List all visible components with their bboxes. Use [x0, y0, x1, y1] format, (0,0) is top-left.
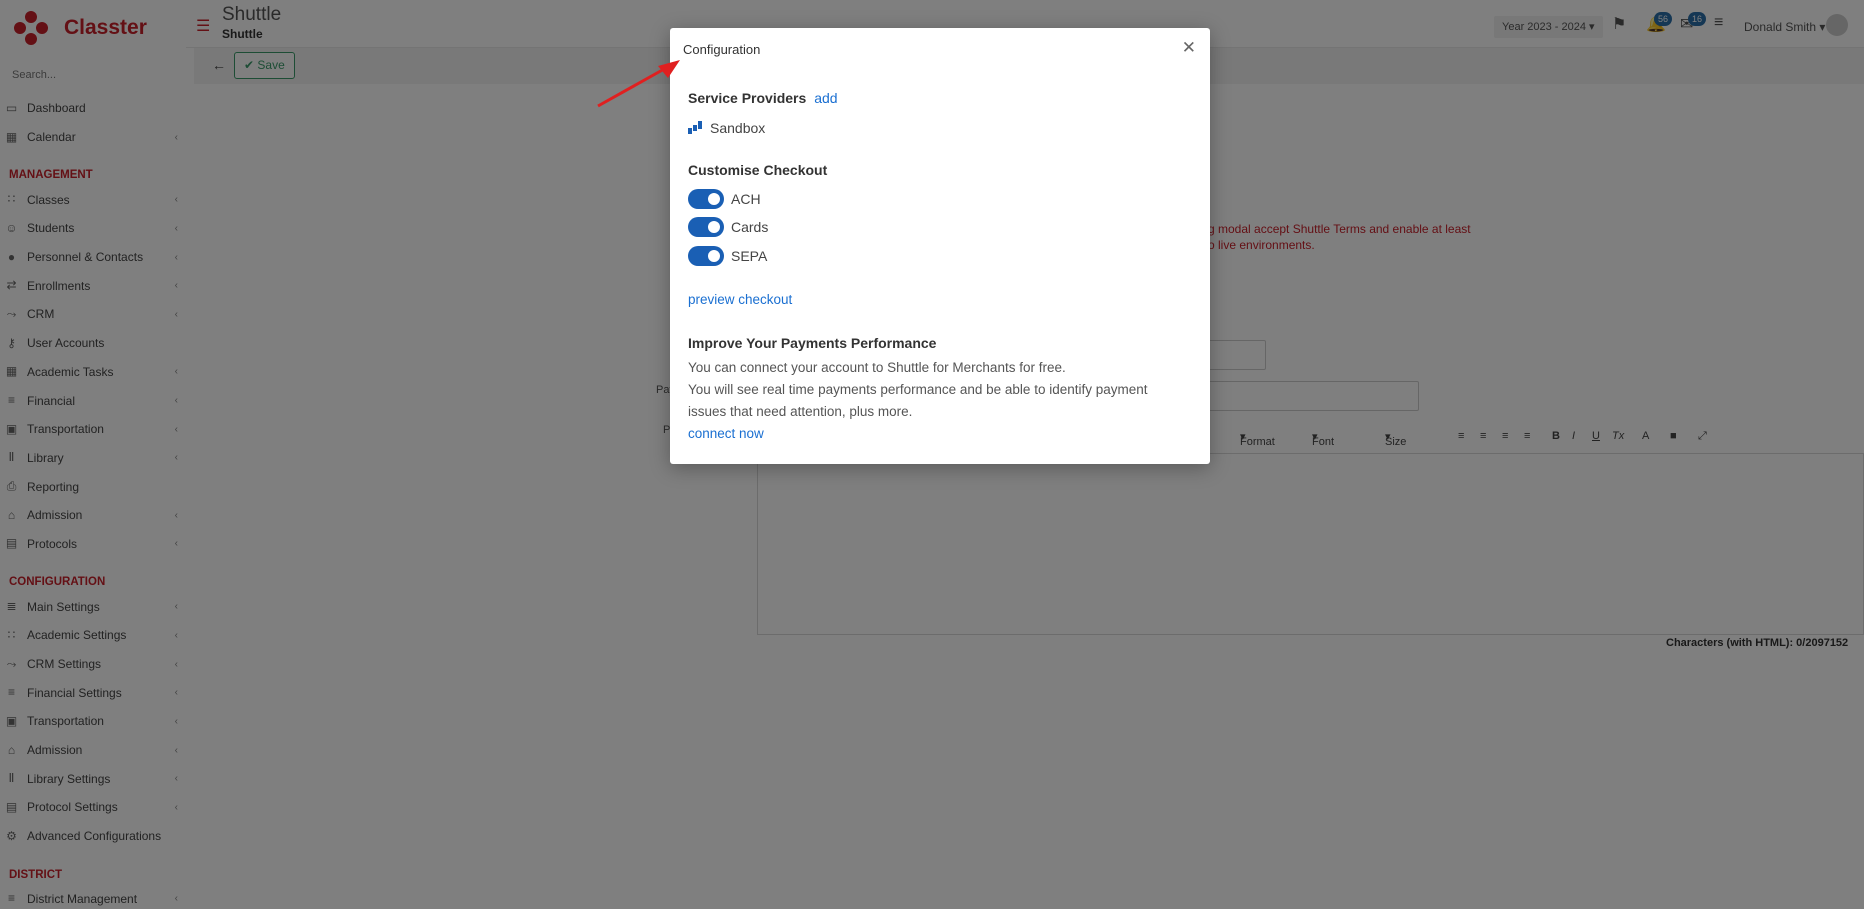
ach-label: ACH [731, 191, 761, 207]
cards-label: Cards [731, 219, 769, 235]
ach-toggle[interactable] [688, 189, 724, 209]
provider-icon [688, 121, 702, 135]
toggle-row-ach: ACH [688, 189, 761, 209]
provider-item[interactable]: Sandbox [688, 120, 765, 136]
service-providers-heading: Service Providers add [688, 90, 838, 106]
close-icon[interactable]: ✕ [1182, 38, 1196, 58]
preview-checkout-link[interactable]: preview checkout [688, 289, 792, 311]
sepa-label: SEPA [731, 248, 768, 264]
connect-now-link[interactable]: connect now [688, 423, 764, 445]
service-providers-label: Service Providers [688, 90, 807, 106]
provider-name: Sandbox [710, 120, 766, 136]
modal-title: Configuration [683, 42, 761, 57]
add-provider-link[interactable]: add [814, 90, 837, 106]
improve-text-2: You will see real time payments performa… [688, 382, 1148, 419]
improve-text-1: You can connect your account to Shuttle … [688, 360, 1066, 375]
configuration-modal: Configuration ✕ Service Providers add Sa… [670, 28, 1210, 464]
improve-heading: Improve Your Payments Performance [688, 335, 937, 351]
toggle-row-sepa: SEPA [688, 246, 767, 266]
cards-toggle[interactable] [688, 217, 724, 237]
sepa-toggle[interactable] [688, 246, 724, 266]
annotation-arrow-icon [597, 60, 680, 108]
toggle-row-cards: Cards [688, 217, 768, 237]
customise-checkout-heading: Customise Checkout [688, 162, 828, 178]
